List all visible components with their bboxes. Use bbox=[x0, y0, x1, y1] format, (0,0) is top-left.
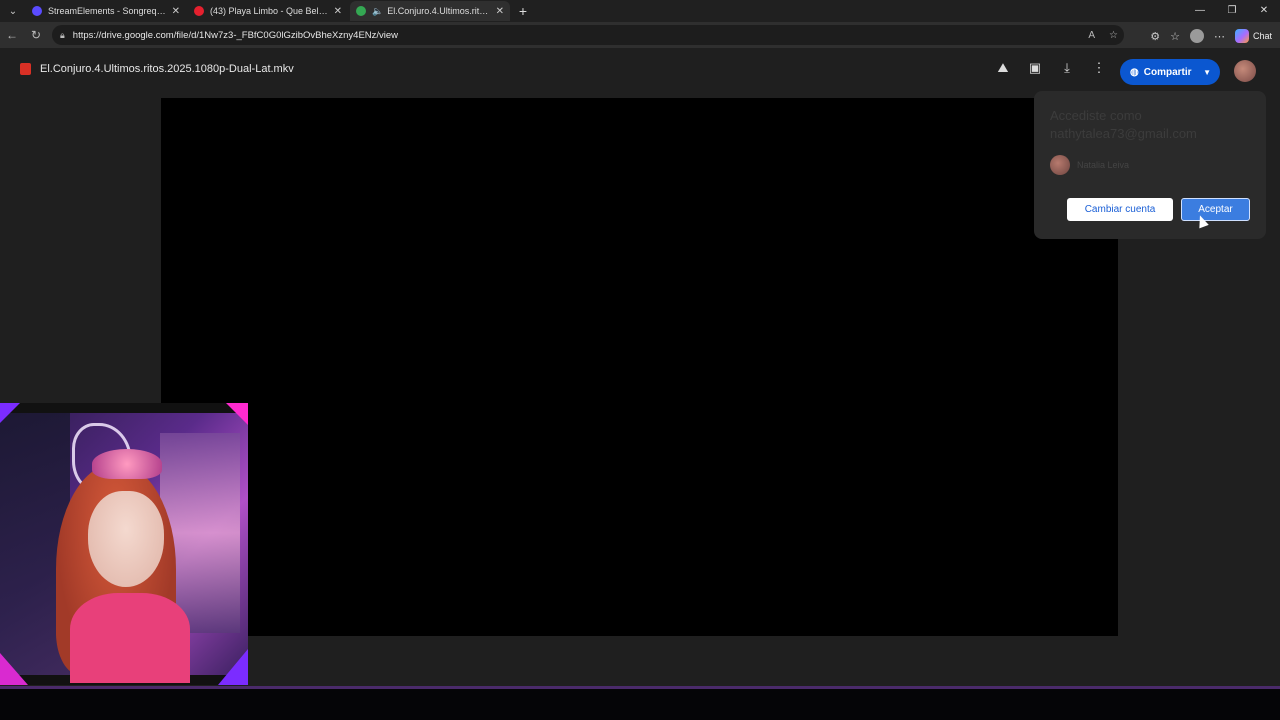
file-name: El.Conjuro.4.Ultimos.ritos.2025.1080p-Du… bbox=[40, 63, 294, 75]
browser-toolbar-right: ⚙ ☆ ⋯ Chat bbox=[1150, 26, 1272, 46]
minimize-icon[interactable]: — bbox=[1184, 0, 1216, 22]
read-aloud-icon[interactable]: A bbox=[1088, 30, 1095, 41]
drive-favicon-icon bbox=[356, 6, 366, 16]
add-to-drive-icon[interactable]: ⛰ bbox=[996, 60, 1010, 76]
accept-button[interactable]: Aceptar bbox=[1181, 198, 1250, 221]
extensions-icon[interactable]: ⚙ bbox=[1150, 30, 1160, 43]
account-row: Natalia Leiva bbox=[1050, 155, 1129, 175]
tab-actions-menu[interactable]: ⌄ bbox=[0, 0, 26, 22]
new-tab-button[interactable]: + bbox=[512, 3, 534, 19]
frame-corner-decoration bbox=[226, 403, 248, 425]
copilot-icon bbox=[1234, 29, 1249, 43]
comment-icon[interactable]: ▣ bbox=[1028, 60, 1042, 76]
avatar bbox=[1050, 155, 1070, 175]
tab-title: (43) Playa Limbo - Que Bello - Yo bbox=[210, 6, 328, 16]
webcam-overlay bbox=[0, 403, 248, 685]
tab-streamelements[interactable]: StreamElements - Songrequest ✕ bbox=[26, 1, 186, 21]
address-toolbar: ← ↻ 🔒︎ https://drive.google.com/file/d/1… bbox=[0, 22, 1280, 48]
account-popup: Accediste como nathytalea73@gmail.com Na… bbox=[1034, 91, 1266, 239]
speaker-icon[interactable]: 🔈 bbox=[372, 6, 383, 17]
address-bar[interactable]: 🔒︎ https://drive.google.com/file/d/1Nw7z… bbox=[52, 25, 1124, 45]
tab-drive[interactable]: 🔈 El.Conjuro.4.Ultimos.ritos.20 ✕ bbox=[350, 1, 510, 21]
frame-corner-decoration bbox=[0, 653, 28, 685]
close-tab-icon[interactable]: ✕ bbox=[172, 6, 180, 17]
frame-corner-decoration bbox=[218, 649, 248, 685]
switch-account-button[interactable]: Cambiar cuenta bbox=[1067, 198, 1173, 221]
account-name: Natalia Leiva bbox=[1077, 160, 1130, 170]
flower-crown bbox=[92, 449, 162, 479]
favorites-icon[interactable]: ☆ bbox=[1170, 30, 1180, 43]
frame-corner-decoration bbox=[0, 403, 20, 423]
account-avatar[interactable] bbox=[1234, 60, 1256, 82]
url-text[interactable]: https://drive.google.com/file/d/1Nw7z3-_… bbox=[73, 30, 398, 41]
profile-icon[interactable] bbox=[1189, 29, 1204, 43]
file-title-bar: El.Conjuro.4.Ultimos.ritos.2025.1080p-Du… bbox=[20, 63, 294, 75]
signed-in-message: Accediste como nathytalea73@gmail.com bbox=[1050, 108, 1197, 141]
favorite-star-icon[interactable]: ☆ bbox=[1109, 30, 1118, 41]
copilot-chat-button[interactable]: Chat bbox=[1234, 29, 1272, 43]
close-tab-icon[interactable]: ✕ bbox=[334, 6, 342, 17]
tab-title: El.Conjuro.4.Ultimos.ritos.20 bbox=[387, 6, 489, 16]
lock-icon[interactable]: 🔒︎ bbox=[60, 30, 65, 41]
youtube-favicon-icon bbox=[194, 6, 204, 16]
download-icon[interactable]: ⤓ bbox=[1060, 60, 1074, 76]
close-window-icon[interactable]: ✕ bbox=[1248, 0, 1280, 22]
streamer-face bbox=[88, 491, 164, 587]
video-file-icon bbox=[20, 63, 31, 75]
more-vert-icon[interactable]: ⋮ bbox=[1092, 60, 1106, 76]
globe-icon: ◍ bbox=[1130, 66, 1139, 78]
tab-title: StreamElements - Songrequest bbox=[48, 6, 166, 16]
close-tab-icon[interactable]: ✕ bbox=[496, 6, 504, 17]
window-controls: — ❐ ✕ bbox=[1184, 0, 1280, 22]
restore-icon[interactable]: ❐ bbox=[1216, 0, 1248, 22]
streamelements-favicon-icon bbox=[32, 6, 42, 16]
browser-tab-bar: ⌄ StreamElements - Songrequest ✕ (43) Pl… bbox=[0, 0, 1280, 22]
chat-label: Chat bbox=[1252, 31, 1272, 41]
share-label: Compartir bbox=[1143, 66, 1192, 78]
tab-youtube[interactable]: (43) Playa Limbo - Que Bello - Yo ✕ bbox=[188, 1, 348, 21]
chevron-down-icon[interactable]: ▼ bbox=[1203, 68, 1211, 77]
reload-icon[interactable]: ↻ bbox=[24, 28, 48, 42]
more-icon[interactable]: ⋯ bbox=[1214, 30, 1225, 43]
streamer-body bbox=[70, 593, 190, 683]
viewer-actions: ⛰ ▣ ⤓ ⋮ bbox=[996, 60, 1106, 76]
video-player[interactable] bbox=[161, 98, 1118, 636]
share-button[interactable]: ◍ Compartir ▼ bbox=[1120, 59, 1220, 85]
back-icon[interactable]: ← bbox=[0, 28, 24, 42]
stream-bottom-bar bbox=[0, 686, 1280, 720]
